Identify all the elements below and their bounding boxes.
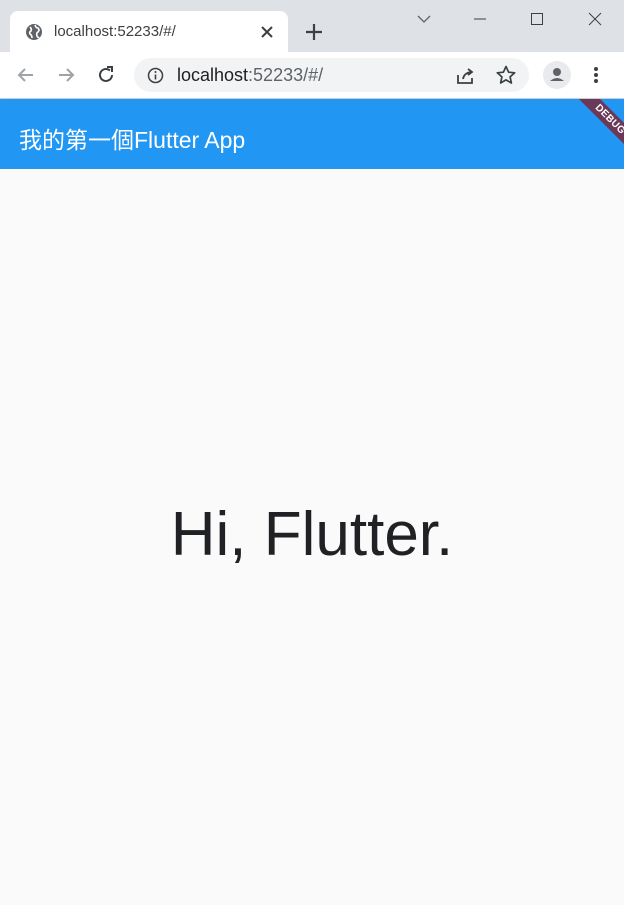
url-host: localhost <box>177 65 249 85</box>
person-icon <box>550 68 564 81</box>
globe-icon <box>26 24 42 40</box>
maximize-icon[interactable] <box>528 10 546 28</box>
chevron-down-icon[interactable] <box>415 10 433 28</box>
tab-strip: localhost:52233/#/ <box>0 0 624 52</box>
url-path: :52233/#/ <box>248 65 324 85</box>
app-title: 我的第一個Flutter App <box>19 127 246 153</box>
info-icon[interactable] <box>147 67 164 84</box>
minimize-icon[interactable] <box>471 10 489 28</box>
profile-button[interactable] <box>543 61 571 89</box>
star-icon[interactable] <box>495 64 517 86</box>
debug-banner: DEBUG <box>565 99 624 164</box>
greeting-text: Hi, Flutter. <box>170 500 454 569</box>
browser-tab[interactable]: localhost:52233/#/ <box>10 11 288 52</box>
arrow-right-icon[interactable] <box>55 64 77 86</box>
share-icon[interactable] <box>454 65 476 87</box>
app-bar: 我的第一個Flutter App DEBUG <box>0 99 624 169</box>
address-bar[interactable]: localhost:52233/#/ <box>134 58 529 92</box>
reload-icon[interactable] <box>95 64 117 86</box>
kebab-menu-icon[interactable] <box>588 64 604 86</box>
tab-title: localhost:52233/#/ <box>54 23 176 40</box>
plus-icon[interactable] <box>303 21 325 43</box>
app-body: Hi, Flutter. <box>0 169 624 905</box>
close-icon[interactable] <box>258 23 276 41</box>
url-text[interactable]: localhost:52233/#/ <box>177 65 323 86</box>
arrow-left-icon[interactable] <box>15 64 37 86</box>
close-icon[interactable] <box>586 10 604 28</box>
browser-toolbar: localhost:52233/#/ <box>0 52 624 98</box>
